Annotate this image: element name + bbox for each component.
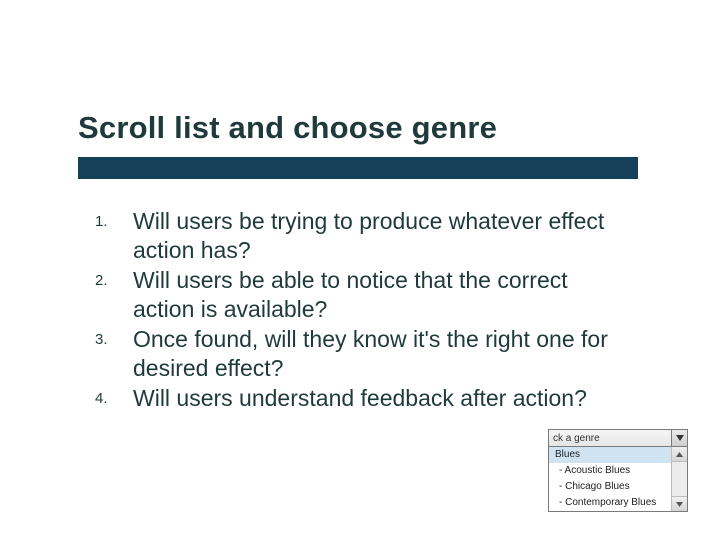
option-label: - Contemporary Blues xyxy=(559,497,656,508)
list-item-text: Once found, will they know it's the righ… xyxy=(133,326,608,381)
dropdown-list: Blues - Acoustic Blues - Chicago Blues -… xyxy=(548,447,688,512)
list-item-text: Will users understand feedback after act… xyxy=(133,385,587,411)
dropdown-options: Blues - Acoustic Blues - Chicago Blues -… xyxy=(549,447,671,511)
dropdown-selected-label: ck a genre xyxy=(549,433,671,444)
genre-dropdown: ck a genre Blues - Acoustic Blues - Chic… xyxy=(548,429,688,512)
dropdown-toggle-button[interactable] xyxy=(671,430,687,446)
chevron-down-icon xyxy=(676,502,683,507)
chevron-down-icon xyxy=(676,435,684,441)
dropdown-option[interactable]: - Acoustic Blues xyxy=(549,463,671,479)
list-item: Will users be trying to produce whatever… xyxy=(95,207,625,264)
slide: Scroll list and choose genre Will users … xyxy=(0,0,720,540)
list-item-text: Will users be trying to produce whatever… xyxy=(133,208,604,263)
title-underline-bar xyxy=(78,157,638,179)
chevron-up-icon xyxy=(676,452,683,457)
list-item-text: Will users be able to notice that the co… xyxy=(133,267,568,322)
dropdown-option[interactable]: - Contemporary Blues xyxy=(549,495,671,511)
option-label: - Acoustic Blues xyxy=(559,465,630,476)
dropdown-option[interactable]: Blues xyxy=(549,447,671,463)
list-item: Will users understand feedback after act… xyxy=(95,384,625,413)
scroll-down-button[interactable] xyxy=(672,496,687,511)
dropdown-selected-row[interactable]: ck a genre xyxy=(548,429,688,447)
scroll-up-button[interactable] xyxy=(672,447,687,462)
slide-title: Scroll list and choose genre xyxy=(78,110,497,146)
dropdown-scrollbar[interactable] xyxy=(671,447,687,511)
scroll-track[interactable] xyxy=(672,462,687,496)
list-item: Once found, will they know it's the righ… xyxy=(95,325,625,382)
dropdown-option[interactable]: - Chicago Blues xyxy=(549,479,671,495)
option-label: - Chicago Blues xyxy=(559,481,630,492)
option-label: Blues xyxy=(555,449,580,460)
question-list: Will users be trying to produce whatever… xyxy=(95,207,625,415)
list-item: Will users be able to notice that the co… xyxy=(95,266,625,323)
